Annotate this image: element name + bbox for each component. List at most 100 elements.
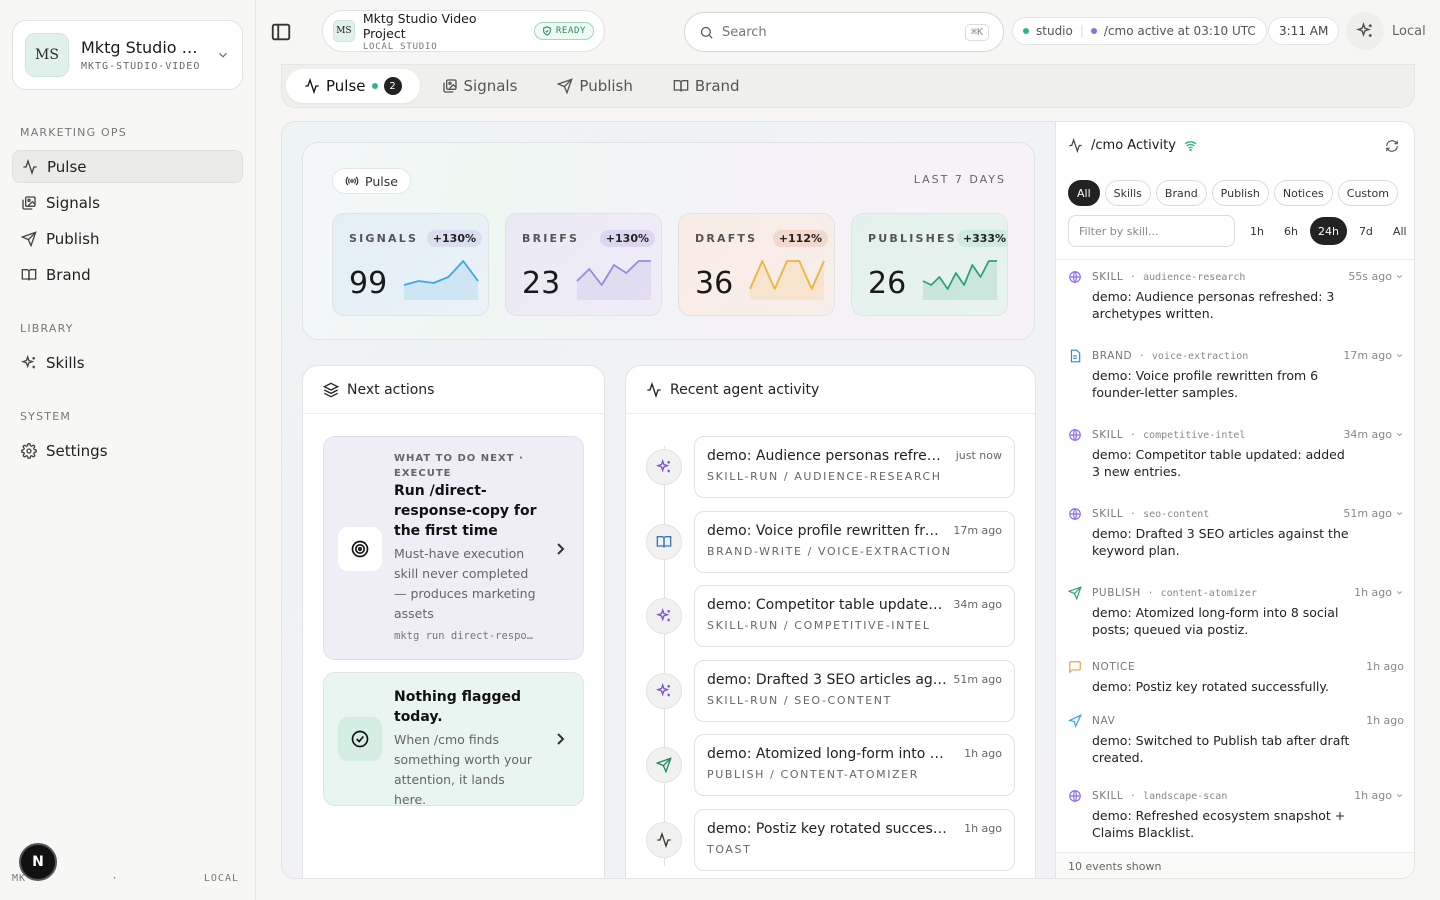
- event-time: 1h ago: [1354, 789, 1404, 802]
- search-input[interactable]: [722, 24, 965, 40]
- time-chip-all[interactable]: All: [1385, 217, 1414, 245]
- next-action-nothing-flagged[interactable]: Nothing flagged today. When /cmo finds s…: [323, 672, 584, 807]
- time-chip-6h[interactable]: 6h: [1276, 217, 1306, 245]
- activity-meta: TOAST: [707, 842, 752, 856]
- event-message: demo: Drafted 3 SEO articles against the…: [1092, 526, 1349, 558]
- workspace-slug: MKTG-STUDIO-VIDEO: [81, 61, 201, 72]
- sparkles-icon: [1356, 22, 1372, 38]
- activity-item[interactable]: demo: Competitor table updated: added 3 …: [646, 585, 1015, 647]
- sparkles-icon: [646, 672, 682, 709]
- activity-event[interactable]: BRAND · voice-extraction 17m ago demo: V…: [1068, 349, 1404, 419]
- tab-brand[interactable]: Brand: [655, 69, 758, 103]
- sidebar-toggle-icon[interactable]: [270, 21, 292, 43]
- tab-pulse[interactable]: Pulse 2: [286, 69, 420, 103]
- event-type-label: NOTICE: [1092, 661, 1136, 673]
- time-range-filters: 1h 6h 24h 7d All: [1242, 217, 1414, 245]
- sidebar-item-pulse[interactable]: Pulse: [12, 150, 243, 183]
- activity-item-card[interactable]: demo: Audience personas refreshed: 3 arc…: [694, 436, 1015, 498]
- activity-event[interactable]: SKILL · audience-research 55s ago demo: …: [1068, 270, 1404, 340]
- activity-item-card[interactable]: demo: Atomized long-form into 8 social p…: [694, 734, 1015, 796]
- next-action-run-skill[interactable]: WHAT TO DO NEXT · EXECUTE Run /direct-re…: [323, 436, 584, 660]
- sparkles-icon: [646, 449, 682, 485]
- event-type-label: SKILL: [1092, 271, 1124, 283]
- tab-publish[interactable]: Publish: [539, 69, 650, 103]
- metric-drafts[interactable]: DRAFTS +112% 36: [678, 213, 835, 316]
- activity-time: 51m ago: [953, 672, 1002, 686]
- chevron-right-icon: [557, 733, 565, 745]
- sidebar-item-settings[interactable]: Settings: [12, 434, 243, 467]
- send-icon: [557, 78, 574, 94]
- timeline-line: [664, 446, 665, 866]
- sidebar-item-brand[interactable]: Brand: [12, 258, 243, 291]
- event-type-label: SKILL: [1092, 508, 1124, 520]
- activity-event[interactable]: NAV 1h ago demo: Switched to Publish tab…: [1068, 714, 1404, 784]
- globe-icon: [1069, 508, 1081, 520]
- globe-icon: [1069, 429, 1081, 441]
- book-open-icon: [21, 268, 37, 280]
- filter-chip-skills[interactable]: Skills: [1104, 180, 1151, 206]
- project-pill[interactable]: MS Mktg Studio Video Project LOCAL STUDI…: [322, 10, 605, 52]
- assistant-button[interactable]: [1346, 12, 1384, 50]
- activity-event[interactable]: SKILL · landscape-scan 1h ago demo: Refr…: [1068, 789, 1404, 859]
- sidebar: MS Mktg Studio Video Project MKTG-STUDIO…: [0, 0, 256, 900]
- sidebar-item-skills[interactable]: Skills: [12, 346, 243, 379]
- dev-tools-button[interactable]: N: [19, 843, 57, 881]
- activity-time: 1h ago: [964, 747, 1002, 760]
- metric-signals[interactable]: SIGNALS +130% 99: [332, 213, 489, 316]
- chevron-down-icon[interactable]: [1395, 272, 1404, 281]
- activity-event[interactable]: SKILL · seo-content 51m ago demo: Drafte…: [1068, 507, 1404, 577]
- event-type-label: SKILL: [1092, 790, 1124, 802]
- pulse-summary-card: Pulse LAST 7 DAYS SIGNALS +130% 99 BRIEF…: [302, 142, 1035, 340]
- time-chip-24h[interactable]: 24h: [1309, 217, 1347, 245]
- tab-signals[interactable]: Signals: [424, 69, 536, 103]
- activity-item[interactable]: demo: Postiz key rotated successfully. 1…: [646, 808, 1015, 871]
- filter-chip-custom[interactable]: Custom: [1337, 180, 1398, 206]
- category-filters: All Skills Brand Publish Notices Custom: [1068, 180, 1398, 206]
- event-type: NAV: [1092, 715, 1115, 727]
- time-chip-7d[interactable]: 7d: [1351, 217, 1381, 245]
- chevron-down-icon[interactable]: [1395, 791, 1404, 800]
- activity-event[interactable]: SKILL · competitive-intel 34m ago demo: …: [1068, 428, 1404, 498]
- activity-icon: [23, 158, 37, 175]
- chevron-down-icon[interactable]: [1395, 351, 1404, 360]
- activity-item-card[interactable]: demo: Drafted 3 SEO articles against the…: [694, 659, 1015, 722]
- metric-briefs[interactable]: BRIEFS +130% 23: [505, 213, 662, 316]
- skill-filter-input[interactable]: [1068, 215, 1235, 247]
- filter-chip-all[interactable]: All: [1068, 180, 1100, 206]
- event-type: NOTICE: [1092, 661, 1135, 673]
- workspace-switcher[interactable]: MS Mktg Studio Video Project MKTG-STUDIO…: [12, 20, 243, 90]
- tab-badge: 2: [383, 77, 402, 95]
- activity-item-card[interactable]: demo: Postiz key rotated successfully. 1…: [694, 808, 1015, 871]
- metric-value: 36: [695, 266, 734, 301]
- activity-item[interactable]: demo: Audience personas refreshed: 3 arc…: [646, 436, 1015, 498]
- activity-event[interactable]: PUBLISH · content-atomizer 1h ago demo: …: [1068, 586, 1404, 656]
- filter-chip-brand[interactable]: Brand: [1155, 180, 1207, 206]
- refresh-icon[interactable]: [1385, 139, 1399, 153]
- metric-label: BRIEFS: [522, 232, 580, 245]
- filter-chip-notices[interactable]: Notices: [1273, 180, 1333, 206]
- event-type: BRAND · voice-extraction: [1092, 350, 1249, 362]
- metric-publishes[interactable]: PUBLISHES +333% 26: [851, 213, 1008, 316]
- wifi-icon: [1184, 141, 1197, 152]
- chevron-down-icon[interactable]: [1395, 588, 1404, 597]
- sparkline: [403, 260, 479, 300]
- event-message: demo: Postiz key rotated successfully.: [1092, 679, 1329, 694]
- chevron-down-icon[interactable]: [1395, 509, 1404, 518]
- event-time-label: 51m ago: [1343, 507, 1392, 520]
- activity-time: 1h ago: [964, 821, 1002, 835]
- activity-item[interactable]: demo: Voice profile rewritten from 6 fou…: [646, 510, 1015, 573]
- activity-item[interactable]: demo: Atomized long-form into 8 social p…: [646, 734, 1015, 796]
- event-time: 1h ago: [1354, 586, 1404, 599]
- sidebar-item-publish[interactable]: Publish: [12, 222, 243, 255]
- time-chip-1h[interactable]: 1h: [1242, 217, 1272, 245]
- activity-item-card[interactable]: demo: Voice profile rewritten from 6 fou…: [694, 510, 1015, 573]
- activity-item[interactable]: demo: Drafted 3 SEO articles against the…: [646, 659, 1015, 722]
- search-bar[interactable]: ⌘K: [684, 12, 1004, 52]
- chevron-down-icon[interactable]: [1395, 430, 1404, 439]
- event-skill: voice-extraction: [1151, 351, 1249, 362]
- card-title: Recent agent activity: [670, 381, 820, 398]
- sidebar-item-signals[interactable]: Signals: [12, 186, 243, 219]
- activity-item-card[interactable]: demo: Competitor table updated: added 3 …: [694, 585, 1015, 647]
- filter-chip-publish[interactable]: Publish: [1211, 180, 1269, 206]
- event-time-label: 1h ago: [1354, 789, 1392, 802]
